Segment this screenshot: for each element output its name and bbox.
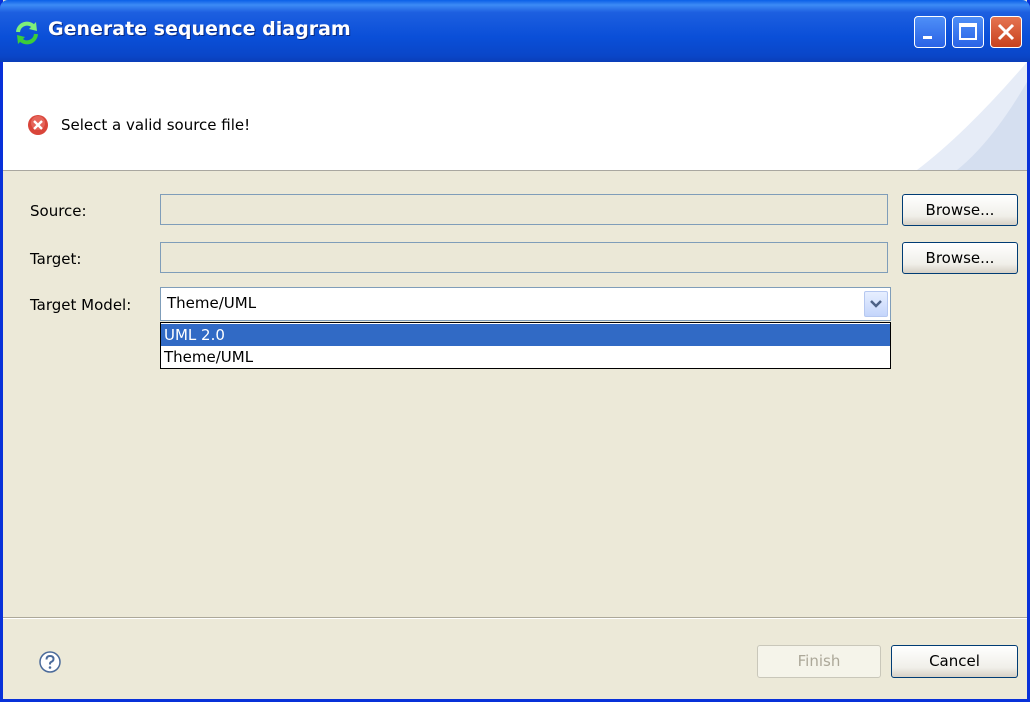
target-field[interactable] — [160, 242, 888, 273]
error-icon — [28, 115, 48, 135]
option-uml-2[interactable]: UML 2.0 — [161, 324, 890, 346]
cancel-button[interactable]: Cancel — [891, 645, 1018, 678]
maximize-button[interactable] — [952, 16, 984, 48]
option-theme-uml[interactable]: Theme/UML — [161, 346, 890, 368]
close-button[interactable] — [990, 16, 1022, 48]
target-model-value: Theme/UML — [167, 294, 257, 312]
error-message: Select a valid source file! — [61, 116, 251, 134]
target-model-label: Target Model: — [30, 296, 132, 314]
target-label: Target: — [30, 250, 82, 268]
finish-button[interactable]: Finish — [757, 645, 881, 678]
help-icon[interactable] — [38, 650, 62, 674]
browse-source-button[interactable]: Browse... — [902, 194, 1018, 226]
sync-arrows-icon — [16, 21, 38, 45]
dialog-window: Generate sequence diagram Select a valid… — [0, 0, 1030, 702]
chevron-down-icon — [870, 300, 882, 308]
source-field[interactable] — [160, 194, 888, 225]
window-title: Generate sequence diagram — [48, 18, 351, 40]
browse-target-button[interactable]: Browse... — [902, 242, 1018, 274]
maximize-icon — [959, 23, 977, 40]
title-bar[interactable]: Generate sequence diagram — [0, 0, 1030, 62]
source-label: Source: — [30, 202, 87, 220]
target-model-dropdown-list: UML 2.0 Theme/UML — [160, 322, 891, 369]
footer-separator — [3, 617, 1027, 619]
dropdown-arrow-button[interactable] — [864, 291, 888, 317]
close-icon — [997, 23, 1015, 41]
target-model-select[interactable]: Theme/UML — [160, 287, 891, 321]
minimize-icon — [923, 36, 932, 39]
banner-decoration — [917, 62, 1027, 170]
minimize-button[interactable] — [914, 16, 946, 48]
